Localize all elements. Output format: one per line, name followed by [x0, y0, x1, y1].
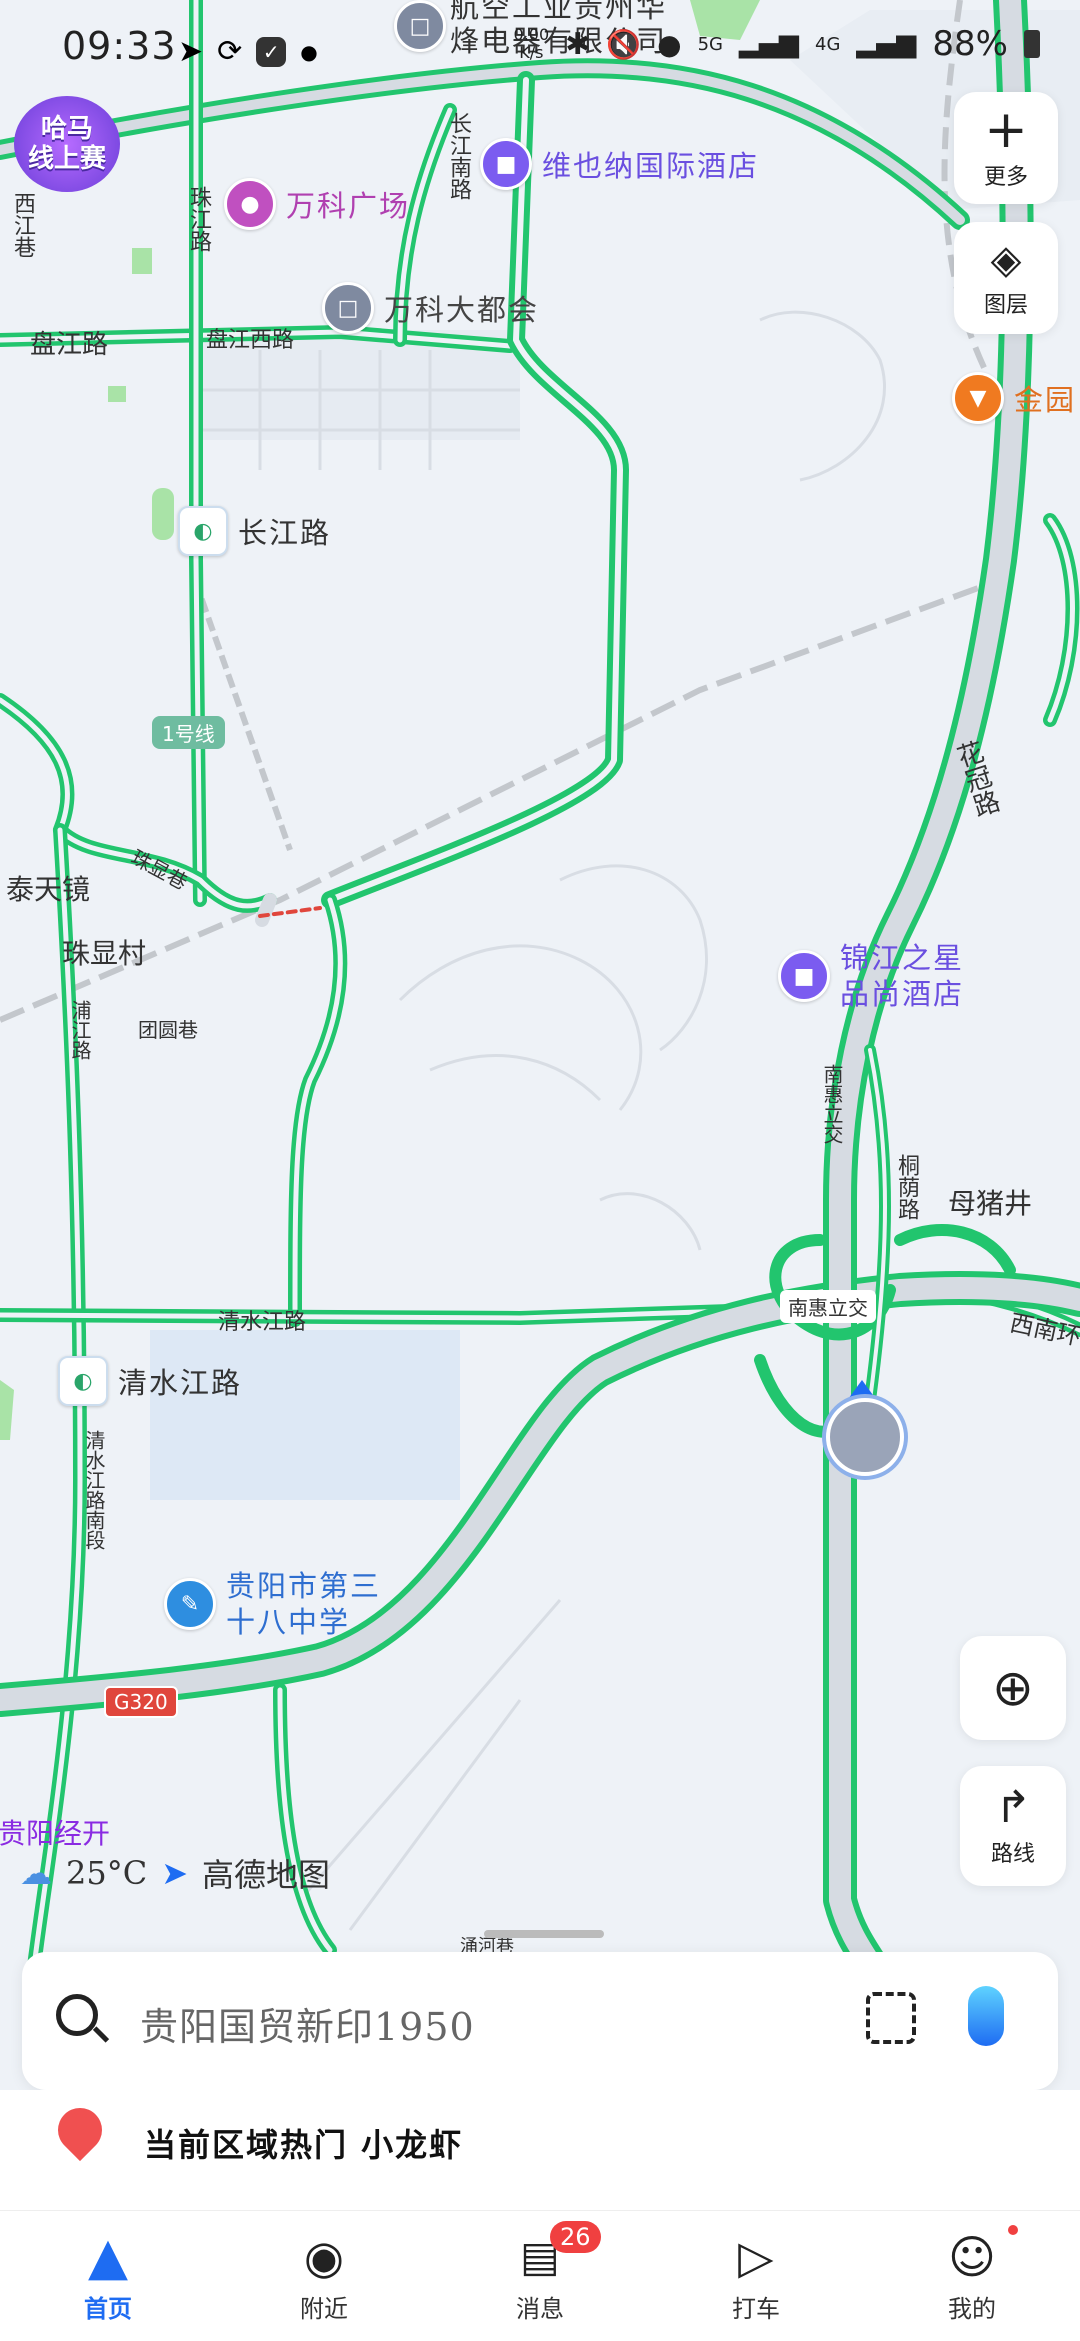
bottom-tab-bar: ▲ 首页 ◉ 附近 ▤ 消息 26 ▷ 打车 ☺ 我的	[0, 2210, 1080, 2341]
tab-taxi[interactable]: ▷ 打车	[648, 2211, 864, 2341]
building-icon: □	[322, 282, 374, 334]
map-pin-icon: ◉	[303, 2230, 345, 2284]
cloud-icon: ☁	[20, 1854, 52, 1892]
more-button[interactable]: + 更多	[954, 92, 1058, 204]
route-button[interactable]: ↱ 路线	[960, 1766, 1066, 1886]
search-placeholder: 贵阳国贸新印1950	[140, 2005, 475, 2049]
current-location-marker[interactable]	[826, 1380, 904, 1476]
weather-brand-row: ☁ 25°C ➤ 高德地图	[20, 1850, 330, 1896]
tab-messages[interactable]: ▤ 消息 26	[432, 2211, 648, 2341]
battery-icon	[1024, 30, 1040, 58]
place-guiyang-jingkai: 贵阳经开	[0, 1817, 111, 1850]
network-5g: 5G	[697, 33, 724, 55]
hot-topic-text: 当前区域热门 小龙虾	[144, 2126, 464, 2164]
food-icon: ▼	[952, 372, 1004, 424]
shopping-bag-icon: ●	[224, 178, 276, 230]
place-muzhujing: 母猪井	[948, 1187, 1033, 1220]
search-bar[interactable]: 贵阳国贸新印1950	[22, 1952, 1058, 2090]
road-zhujiang: 珠江路	[186, 186, 211, 252]
net-speed: 0.00 K/s	[513, 25, 550, 62]
bluetooth-icon: ✱	[565, 26, 591, 62]
hotel-icon: ■	[778, 950, 830, 1002]
dot-icon: ●	[300, 39, 318, 64]
check-app-icon: ✓	[256, 36, 287, 67]
tab-me[interactable]: ☺ 我的	[864, 2211, 1080, 2341]
road-qingshui-south: 清水江路南段	[82, 1430, 106, 1550]
road-puyang: 浦江路	[68, 1000, 92, 1060]
poi-wanke-plaza[interactable]: ● 万科广场	[224, 178, 410, 230]
sync-icon: ⟳	[217, 34, 243, 69]
school-icon: ✎	[164, 1578, 216, 1630]
road-xijiang: 西江巷	[10, 192, 35, 258]
poi-school[interactable]: ✎ 贵阳市第三 十八中学	[164, 1568, 381, 1640]
metro-station-changjiang[interactable]: ◐ 长江路	[178, 506, 331, 556]
user-avatar	[826, 1398, 904, 1476]
signal-icon: ▂▄▆	[739, 29, 800, 59]
sheet-drag-handle[interactable]	[484, 1930, 604, 1938]
tab-home[interactable]: ▲ 首页	[0, 2211, 216, 2341]
road-nanhui-overpass-vertical: 南惠立交	[820, 1064, 844, 1144]
road-panjiang: 盘江路	[30, 330, 109, 360]
promo-badge[interactable]: 哈马 线上赛	[14, 96, 120, 192]
road-panjiang-west: 盘江西路	[206, 328, 295, 353]
layers-button[interactable]: ◈ 图层	[954, 222, 1058, 334]
status-bar: 09:33 ➤ ⟳ ✓ ● 0.00 K/s ✱ 🔇 ● 5G ▂▄▆ 4G ▂…	[0, 0, 1080, 100]
poi-wanke-dadu[interactable]: □ 万科大都会	[322, 282, 539, 334]
poi-weiyena[interactable]: ■ 维也纳国际酒店	[480, 138, 759, 190]
network-4g: 4G	[815, 33, 841, 55]
layers-icon: ◈	[990, 237, 1022, 283]
road-changjiang-south: 长江南路	[446, 112, 471, 200]
g320-shield: G320	[104, 1686, 178, 1718]
battery-percent: 88%	[932, 24, 1008, 64]
hot-topic-row[interactable]: 当前区域热门 小龙虾	[0, 2090, 1080, 2210]
poi-jinyuan[interactable]: ▼ 金园	[952, 372, 1076, 424]
road-nanhui-overpass-label: 南惠立交	[780, 1290, 876, 1323]
navigation-arrow-icon: ▲	[88, 2227, 128, 2287]
tab-nearby[interactable]: ◉ 附近	[216, 2211, 432, 2341]
status-time: 09:33	[62, 24, 177, 68]
road-qingshui: 清水江路	[218, 1310, 307, 1335]
road-tongyin: 桐荫路	[894, 1154, 919, 1220]
place-taitianjing: 泰天镜	[6, 873, 91, 906]
temperature: 25°C	[66, 1854, 148, 1892]
notification-dot	[1008, 2225, 1018, 2235]
telegram-icon: ➤	[178, 34, 204, 69]
amap-logo-icon: ➤	[161, 1854, 189, 1892]
metro-line-1-label: 1号线	[152, 716, 225, 749]
hotel-icon: ■	[480, 138, 532, 190]
metro-station-qingshui[interactable]: ◐ 清水江路	[58, 1356, 242, 1406]
signal-icon-2: ▂▄▆	[856, 29, 917, 59]
metro-icon: ◐	[58, 1356, 108, 1406]
message-badge: 26	[550, 2221, 601, 2253]
brand-name: 高德地图	[202, 1856, 331, 1894]
taxi-flag-icon: ▷	[738, 2230, 774, 2284]
road-tuanyuan: 团圆巷	[138, 1018, 198, 1042]
plus-icon: +	[984, 100, 1028, 160]
metro-icon: ◐	[178, 506, 228, 556]
scan-icon[interactable]	[866, 1992, 916, 2044]
person-icon: ☺	[948, 2230, 996, 2284]
location-icon: ●	[657, 27, 682, 61]
mute-icon: 🔇	[606, 27, 642, 61]
voice-mic-icon[interactable]	[968, 1986, 1004, 2046]
place-zhuxiancun: 珠显村	[62, 937, 147, 970]
route-arrow-icon: ↱	[994, 1782, 1032, 1833]
location-pin-icon	[48, 2098, 112, 2162]
crosshair-icon: ⊕	[992, 1659, 1034, 1717]
locate-button[interactable]: ⊕	[960, 1636, 1066, 1740]
search-icon-handle	[92, 2026, 110, 2043]
poi-jinjiang[interactable]: ■ 锦江之星 品尚酒店	[778, 940, 964, 1012]
